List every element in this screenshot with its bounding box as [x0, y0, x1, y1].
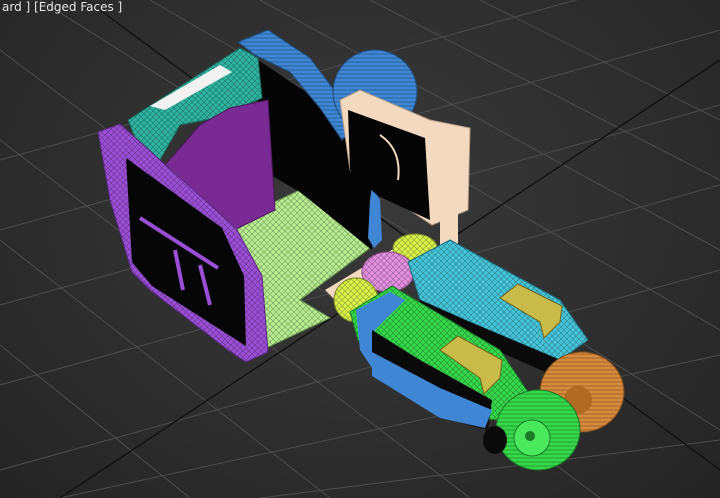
viewport-view-label[interactable]: ard ]	[2, 0, 34, 14]
green-wheel[interactable]	[495, 389, 581, 471]
black-axle	[483, 426, 507, 454]
shading-mode-label[interactable]: [Edged Faces ]	[34, 0, 122, 14]
scene-canvas[interactable]	[0, 0, 720, 498]
viewport-3d[interactable]: ard ] [Edged Faces ]	[0, 0, 720, 498]
viewport-label: ard ] [Edged Faces ]	[0, 0, 124, 14]
